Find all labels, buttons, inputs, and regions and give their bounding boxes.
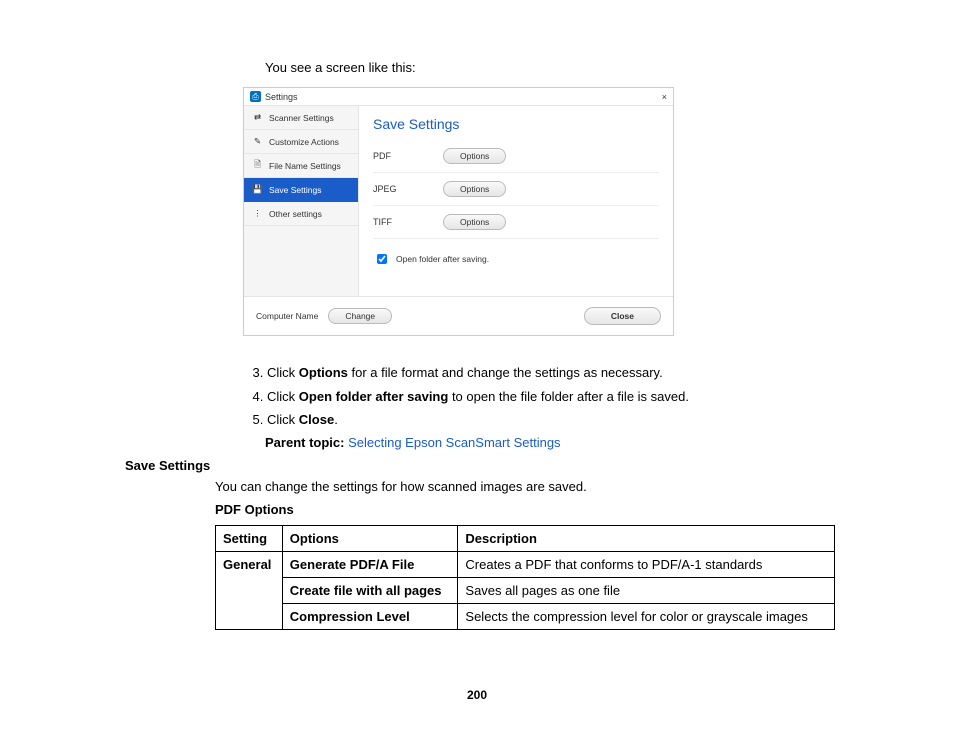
th-description: Description: [458, 525, 835, 551]
format-row-tiff: TIFF Options: [373, 206, 659, 239]
page-number: 200: [0, 688, 954, 702]
sidebar-item-file-name-settings[interactable]: 🗎 File Name Settings: [244, 154, 358, 178]
table-header-row: Setting Options Description: [216, 525, 835, 551]
settings-sidebar: ⇄ Scanner Settings ✎ Customize Actions 🗎…: [244, 106, 359, 296]
open-folder-checkbox-row: Open folder after saving.: [373, 251, 659, 267]
format-label: JPEG: [373, 184, 443, 194]
parent-topic-link[interactable]: Selecting Epson ScanSmart Settings: [348, 435, 560, 450]
step-4: Click Open folder after saving to open t…: [267, 388, 829, 406]
table-row: Create file with all pages Saves all pag…: [216, 577, 835, 603]
settings-main-panel: Save Settings PDF Options JPEG Options T…: [359, 106, 673, 296]
customize-icon: ✎: [252, 136, 263, 147]
cell-desc: Creates a PDF that conforms to PDF/A-1 s…: [458, 551, 835, 577]
sidebar-item-scanner-settings[interactable]: ⇄ Scanner Settings: [244, 106, 358, 130]
window-title: Settings: [265, 92, 298, 102]
format-label: PDF: [373, 151, 443, 161]
cell-option: Generate PDF/A File: [282, 551, 458, 577]
save-settings-icon: 💾: [252, 184, 263, 195]
table-row: General Generate PDF/A File Creates a PD…: [216, 551, 835, 577]
section-heading-save-settings: Save Settings: [125, 458, 829, 473]
sidebar-item-label: Other settings: [269, 209, 322, 219]
cell-option: Create file with all pages: [282, 577, 458, 603]
close-icon[interactable]: ×: [662, 92, 667, 102]
options-button-jpeg[interactable]: Options: [443, 181, 506, 197]
pdf-options-table: Setting Options Description General Gene…: [215, 525, 835, 630]
other-settings-icon: ⋮: [252, 208, 263, 219]
sidebar-item-other-settings[interactable]: ⋮ Other settings: [244, 202, 358, 226]
sidebar-item-label: Customize Actions: [269, 137, 339, 147]
app-icon: ⎙: [250, 91, 261, 102]
file-name-icon: 🗎: [252, 160, 263, 171]
th-options: Options: [282, 525, 458, 551]
change-button[interactable]: Change: [328, 308, 392, 324]
sidebar-item-label: File Name Settings: [269, 161, 341, 171]
window-footer: Computer Name Change Close: [244, 296, 673, 335]
sidebar-item-save-settings[interactable]: 💾 Save Settings: [244, 178, 358, 202]
options-button-tiff[interactable]: Options: [443, 214, 506, 230]
cell-setting: General: [216, 551, 283, 629]
th-setting: Setting: [216, 525, 283, 551]
parent-topic: Parent topic: Selecting Epson ScanSmart …: [265, 435, 829, 450]
format-row-pdf: PDF Options: [373, 140, 659, 173]
sidebar-item-label: Save Settings: [269, 185, 321, 195]
close-button[interactable]: Close: [584, 307, 661, 325]
subheading-pdf-options: PDF Options: [215, 502, 829, 517]
intro-text: You see a screen like this:: [265, 60, 829, 75]
window-titlebar: ⎙ Settings ×: [244, 88, 673, 106]
cell-desc: Selects the compression level for color …: [458, 603, 835, 629]
scanner-icon: ⇄: [252, 112, 263, 123]
sidebar-item-label: Scanner Settings: [269, 113, 334, 123]
computer-name-label: Computer Name: [256, 311, 318, 321]
open-folder-checkbox[interactable]: [377, 254, 387, 264]
format-label: TIFF: [373, 217, 443, 227]
sidebar-item-customize-actions[interactable]: ✎ Customize Actions: [244, 130, 358, 154]
instruction-steps: Click Options for a file format and chan…: [243, 364, 829, 429]
cell-desc: Saves all pages as one file: [458, 577, 835, 603]
section-description: You can change the settings for how scan…: [215, 479, 829, 494]
checkbox-label: Open folder after saving.: [396, 254, 489, 264]
options-button-pdf[interactable]: Options: [443, 148, 506, 164]
panel-heading: Save Settings: [373, 116, 659, 132]
table-row: Compression Level Selects the compressio…: [216, 603, 835, 629]
settings-window-screenshot: ⎙ Settings × ⇄ Scanner Settings ✎ Custom…: [243, 87, 674, 336]
step-3: Click Options for a file format and chan…: [267, 364, 829, 382]
format-row-jpeg: JPEG Options: [373, 173, 659, 206]
cell-option: Compression Level: [282, 603, 458, 629]
step-5: Click Close.: [267, 411, 829, 429]
parent-topic-label: Parent topic:: [265, 435, 344, 450]
